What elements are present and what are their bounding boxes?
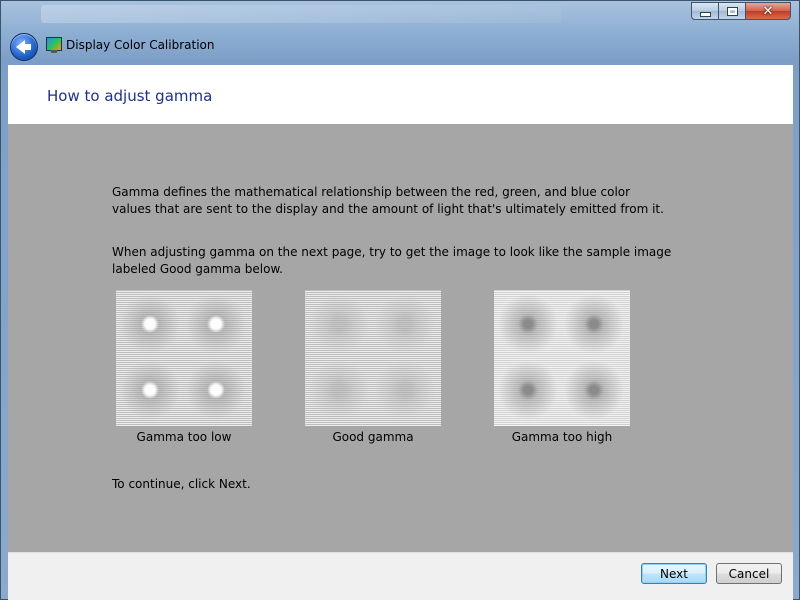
window-frame: ✕ Display Color Calibration How to adjus… bbox=[0, 0, 800, 600]
gamma-spot bbox=[186, 294, 246, 354]
wizard-header: How to adjust gamma bbox=[8, 65, 793, 124]
instruction-panel: Gamma defines the mathematical relations… bbox=[8, 124, 793, 552]
page-title: How to adjust gamma bbox=[47, 87, 213, 105]
gamma-spot bbox=[186, 360, 246, 420]
gamma-spot bbox=[564, 360, 624, 420]
wizard-footer: Next Cancel bbox=[8, 552, 793, 600]
sample-caption: Good gamma bbox=[332, 430, 414, 444]
app-title: Display Color Calibration bbox=[66, 38, 215, 52]
sample-image-gamma-too-high bbox=[494, 290, 630, 426]
back-button[interactable] bbox=[10, 33, 38, 61]
navigation-bar: Display Color Calibration bbox=[1, 31, 799, 65]
sample-image-gamma-too-low bbox=[116, 290, 252, 426]
cancel-button[interactable]: Cancel bbox=[716, 563, 782, 584]
gamma-spot bbox=[498, 360, 558, 420]
gamma-definition-text: Gamma defines the mathematical relations… bbox=[112, 185, 664, 216]
gamma-spot bbox=[120, 360, 180, 420]
gamma-spot bbox=[498, 294, 558, 354]
maximize-icon bbox=[726, 6, 738, 16]
title-bar-background bbox=[41, 5, 561, 23]
wizard-content: How to adjust gamma Gamma defines the ma… bbox=[8, 65, 793, 600]
gamma-instruction-text: When adjusting gamma on the next page, t… bbox=[112, 245, 672, 276]
next-button[interactable]: Next bbox=[641, 563, 707, 584]
continue-instruction: To continue, click Next. bbox=[112, 477, 251, 491]
maximize-button[interactable] bbox=[718, 2, 745, 20]
sample-caption: Gamma too high bbox=[511, 430, 613, 444]
gamma-spot bbox=[564, 294, 624, 354]
gamma-spot bbox=[120, 294, 180, 354]
window-controls: ✕ bbox=[691, 2, 791, 20]
sample-caption: Gamma too low bbox=[136, 430, 232, 444]
close-button[interactable]: ✕ bbox=[745, 2, 791, 20]
title-bar[interactable]: ✕ bbox=[1, 1, 799, 31]
gamma-spot bbox=[309, 294, 369, 354]
sample-image-good-gamma bbox=[305, 290, 441, 426]
close-icon: ✕ bbox=[762, 3, 774, 19]
minimize-icon bbox=[699, 11, 711, 17]
gamma-spot bbox=[309, 360, 369, 420]
minimize-button[interactable] bbox=[691, 2, 718, 20]
gamma-spot bbox=[375, 360, 435, 420]
back-arrow-icon-tail bbox=[23, 44, 31, 50]
display-calibration-icon-stand bbox=[51, 50, 57, 53]
display-calibration-icon bbox=[46, 37, 62, 51]
gamma-spot bbox=[375, 294, 435, 354]
